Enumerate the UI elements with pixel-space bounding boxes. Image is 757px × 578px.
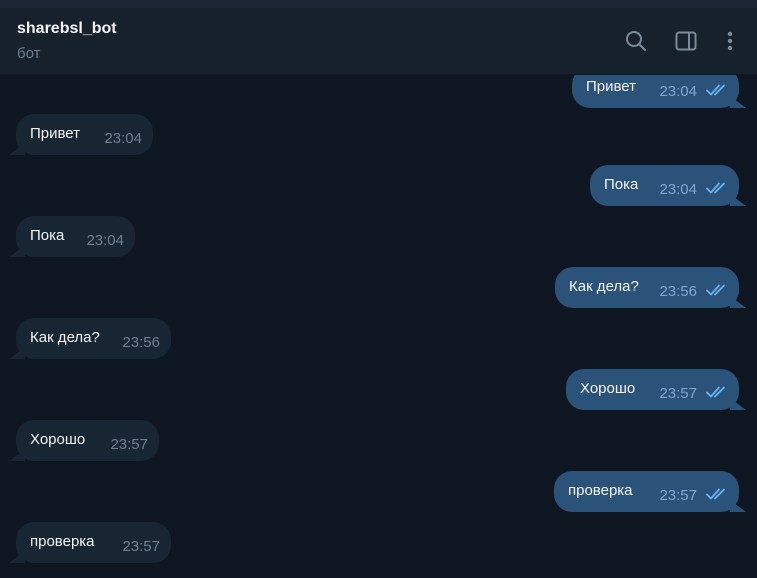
chat-title[interactable]: sharebsl_bot <box>17 20 117 38</box>
message-text: Привет <box>586 78 637 95</box>
message-text: проверка <box>30 533 95 550</box>
message-time: 23:04 <box>104 130 142 147</box>
message-outgoing[interactable]: проверка 23:57 <box>554 471 739 512</box>
message-text: Пока <box>30 227 65 244</box>
read-checkmarks-icon <box>706 385 730 399</box>
window-top-strip <box>0 0 757 8</box>
chat-header: sharebsl_bot бот <box>0 8 757 75</box>
message-incoming[interactable]: Пока 23:04 <box>16 216 135 257</box>
message-time: 23:56 <box>659 283 697 300</box>
read-checkmarks-icon <box>706 83 730 97</box>
message-incoming[interactable]: Как дела? 23:56 <box>16 318 171 359</box>
message-time: 23:04 <box>659 181 697 198</box>
message-outgoing[interactable]: Хорошо 23:57 <box>566 369 739 410</box>
search-icon[interactable] <box>624 29 648 53</box>
message-incoming[interactable]: проверка 23:57 <box>16 522 171 563</box>
message-text: Как дела? <box>569 278 639 295</box>
message-outgoing[interactable]: Как дела? 23:56 <box>555 267 739 308</box>
more-vertical-icon[interactable] <box>718 29 742 53</box>
message-incoming[interactable]: Хорошо 23:57 <box>16 420 159 461</box>
message-time: 23:04 <box>86 232 124 249</box>
message-outgoing[interactable]: Привет 23:04 <box>572 74 739 108</box>
message-text: проверка <box>568 482 633 499</box>
message-outgoing[interactable]: Пока 23:04 <box>590 165 739 206</box>
chat-status: бот <box>17 45 41 62</box>
message-text: Пока <box>604 176 639 193</box>
message-text: Привет <box>30 125 81 142</box>
message-time: 23:57 <box>110 436 148 453</box>
read-checkmarks-icon <box>706 181 730 195</box>
message-time: 23:04 <box>659 83 697 100</box>
read-checkmarks-icon <box>706 283 730 297</box>
message-text: Как дела? <box>30 329 100 346</box>
message-time: 23:57 <box>122 538 160 555</box>
message-list[interactable]: Привет 23:04 Привет 23:04 Пока 23:04 Пок… <box>0 74 757 578</box>
message-time: 23:57 <box>659 487 697 504</box>
sidebar-panel-icon[interactable] <box>674 29 698 53</box>
message-text: Хорошо <box>580 380 636 397</box>
read-checkmarks-icon <box>706 487 730 501</box>
message-text: Хорошо <box>30 431 86 448</box>
message-time: 23:57 <box>659 385 697 402</box>
message-time: 23:56 <box>122 334 160 351</box>
message-incoming[interactable]: Привет 23:04 <box>16 114 153 155</box>
